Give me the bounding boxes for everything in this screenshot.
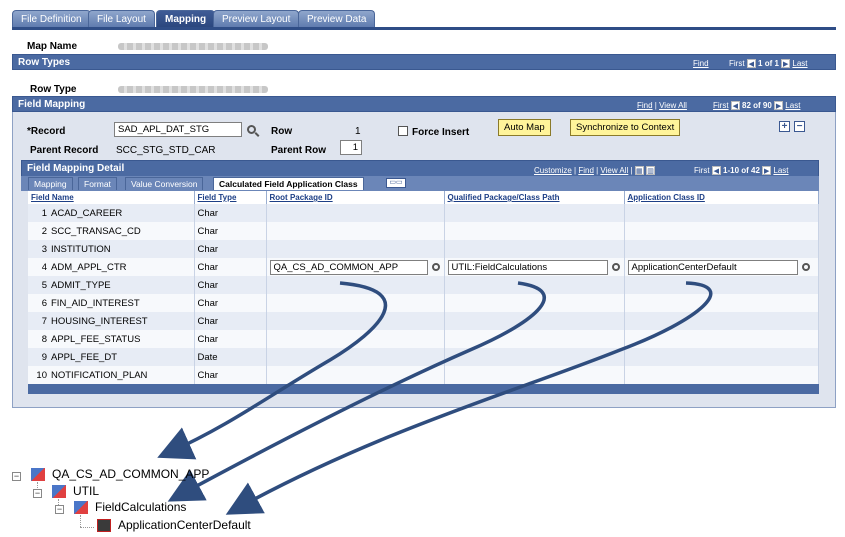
package-root-icon <box>31 468 45 481</box>
tree-line <box>80 515 81 527</box>
arrow-qualified-path <box>167 281 546 502</box>
tree-collapse-util-icon[interactable]: − <box>33 489 42 498</box>
arrow-root-package <box>157 281 388 460</box>
tree-root-package[interactable]: QA_CS_AD_COMMON_APP <box>52 467 209 481</box>
annotation-arrows <box>157 281 713 515</box>
application-class-icon <box>97 519 111 532</box>
arrow-application-class <box>225 281 713 515</box>
tree-application-class[interactable]: ApplicationCenterDefault <box>118 518 251 532</box>
tree-util-package[interactable]: UTIL <box>73 484 99 498</box>
package-fieldcalculations-icon <box>74 501 88 514</box>
tree-fieldcalculations-package[interactable]: FieldCalculations <box>95 500 186 514</box>
tree-collapse-root-icon[interactable]: − <box>12 472 21 481</box>
tree-collapse-fieldcalculations-icon[interactable]: − <box>55 505 64 514</box>
package-util-icon <box>52 485 66 498</box>
tree-line <box>80 527 94 528</box>
